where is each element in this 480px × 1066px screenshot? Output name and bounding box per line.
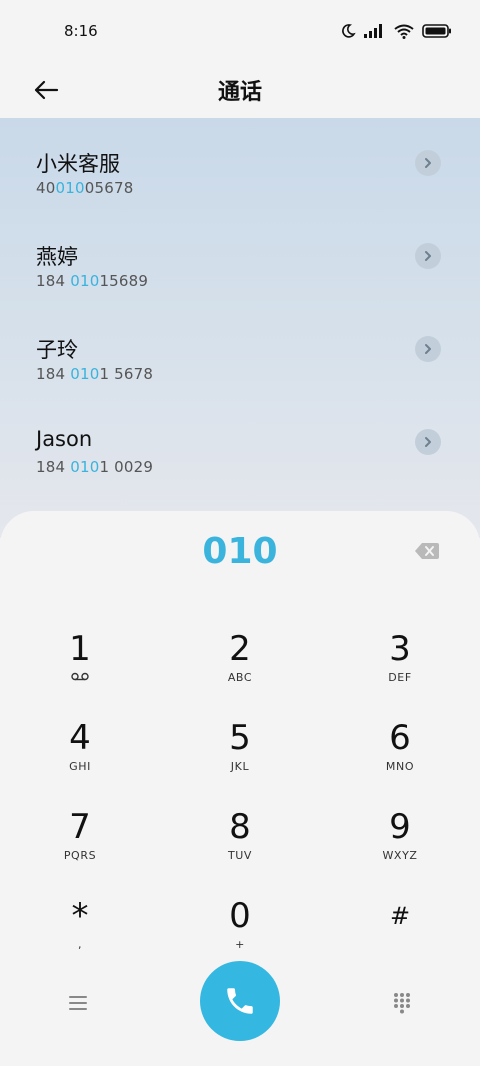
chevron-right-icon	[425, 344, 431, 354]
key-digit: #	[389, 902, 411, 930]
key-letters: +	[235, 938, 245, 951]
status-bar: 8:16	[0, 0, 480, 62]
key-digit: 8	[229, 807, 251, 847]
chevron-right-icon	[425, 251, 431, 261]
key-digit: 6	[389, 718, 411, 758]
menu-button[interactable]	[62, 987, 94, 1019]
contact-detail-button[interactable]	[415, 243, 441, 269]
key-letters: MNO	[385, 760, 415, 773]
number-suffix: 1 5678	[99, 365, 154, 383]
key-digit: 9	[389, 807, 411, 847]
dial-key-7[interactable]: 7 PQRS	[20, 799, 140, 879]
number-prefix: 184	[36, 458, 71, 476]
contact-result-row[interactable]: 小米客服 4001005678	[0, 118, 480, 211]
number-match-highlight: 010	[70, 458, 100, 476]
back-button[interactable]	[26, 70, 66, 110]
number-suffix: 15689	[99, 272, 149, 290]
header: 通话	[0, 62, 480, 118]
dial-key-3[interactable]: 3 DEF	[340, 621, 460, 701]
signal-icon	[364, 24, 382, 38]
number-suffix: 1 0029	[99, 458, 154, 476]
dial-key-2[interactable]: 2 ABC	[180, 621, 300, 701]
number-suffix: 05678	[84, 179, 134, 197]
voicemail-icon	[71, 672, 89, 681]
key-letters: WXYZ	[382, 849, 418, 862]
contact-detail-button[interactable]	[415, 150, 441, 176]
key-digit: *	[71, 896, 89, 936]
key-letters: ,	[77, 938, 83, 951]
keypad-toggle-button[interactable]	[386, 987, 418, 1019]
number-match-highlight: 010	[55, 179, 85, 197]
status-icons	[340, 23, 452, 39]
contact-name: Jason	[36, 427, 93, 451]
chevron-right-icon	[425, 158, 431, 168]
key-letters: TUV	[227, 849, 253, 862]
contact-detail-button[interactable]	[415, 336, 441, 362]
contact-name: 燕婷	[36, 245, 78, 269]
moon-icon	[342, 24, 356, 38]
number-prefix: 184	[36, 272, 71, 290]
contact-number: 4001005678	[36, 179, 133, 197]
keypad-icon	[394, 993, 410, 1014]
key-digit: 7	[69, 807, 91, 847]
number-prefix: 40	[36, 179, 56, 197]
dial-key-1[interactable]: 1	[20, 621, 140, 701]
backspace-button[interactable]	[414, 541, 440, 561]
contact-name: 子玲	[36, 338, 78, 362]
key-digit: 5	[229, 718, 251, 758]
chevron-right-icon	[425, 437, 431, 447]
key-letters: PQRS	[63, 849, 97, 862]
dial-key-5[interactable]: 5 JKL	[180, 710, 300, 790]
call-button[interactable]	[200, 961, 280, 1041]
contact-number: 184 0101 5678	[36, 365, 153, 383]
phone-icon	[227, 988, 253, 1014]
number-match-highlight: 010	[70, 365, 100, 383]
contact-detail-button[interactable]	[415, 429, 441, 455]
key-letters: DEF	[388, 671, 412, 684]
contact-result-row[interactable]: Jason 184 0101 0029	[0, 397, 480, 490]
contact-name: 小米客服	[36, 152, 120, 176]
key-letters: ABC	[227, 671, 253, 684]
key-letters: GHI	[69, 760, 91, 773]
battery-icon	[422, 24, 451, 38]
key-digit: 2	[229, 629, 251, 669]
number-match-highlight: 010	[70, 272, 100, 290]
search-results-list: 小米客服 4001005678 燕婷 184 01015689 子玲 184 0…	[0, 118, 480, 538]
dial-key-0[interactable]: 0 +	[180, 888, 300, 968]
arrow-left-icon	[34, 80, 59, 100]
page-title: 通话	[217, 80, 262, 105]
contact-result-row[interactable]: 燕婷 184 01015689	[0, 211, 480, 304]
wifi-icon	[394, 24, 414, 39]
dial-key-4[interactable]: 4 GHI	[20, 710, 140, 790]
key-digit: 3	[389, 629, 411, 669]
dialpad-panel: 010 1 2 ABC 3 DEF 4 GHI 5 JKL 6 MNO 7 PQ…	[0, 511, 480, 1066]
status-time: 8:16	[64, 22, 98, 40]
contact-number: 184 01015689	[36, 272, 148, 290]
key-letters: JKL	[230, 760, 250, 773]
contact-number: 184 0101 0029	[36, 458, 153, 476]
dial-key-8[interactable]: 8 TUV	[180, 799, 300, 879]
key-digit: 0	[229, 896, 251, 936]
key-digit: 4	[69, 718, 91, 758]
menu-icon	[69, 996, 87, 1010]
key-digit: 1	[69, 629, 91, 669]
contact-result-row[interactable]: 子玲 184 0101 5678	[0, 304, 480, 397]
dial-key-hash[interactable]: #	[340, 888, 460, 968]
dialed-number-display: 010	[202, 531, 278, 572]
number-prefix: 184	[36, 365, 71, 383]
dial-key-star[interactable]: * ,	[20, 888, 140, 968]
dial-key-9[interactable]: 9 WXYZ	[340, 799, 460, 879]
dial-key-6[interactable]: 6 MNO	[340, 710, 460, 790]
backspace-icon	[415, 543, 439, 559]
